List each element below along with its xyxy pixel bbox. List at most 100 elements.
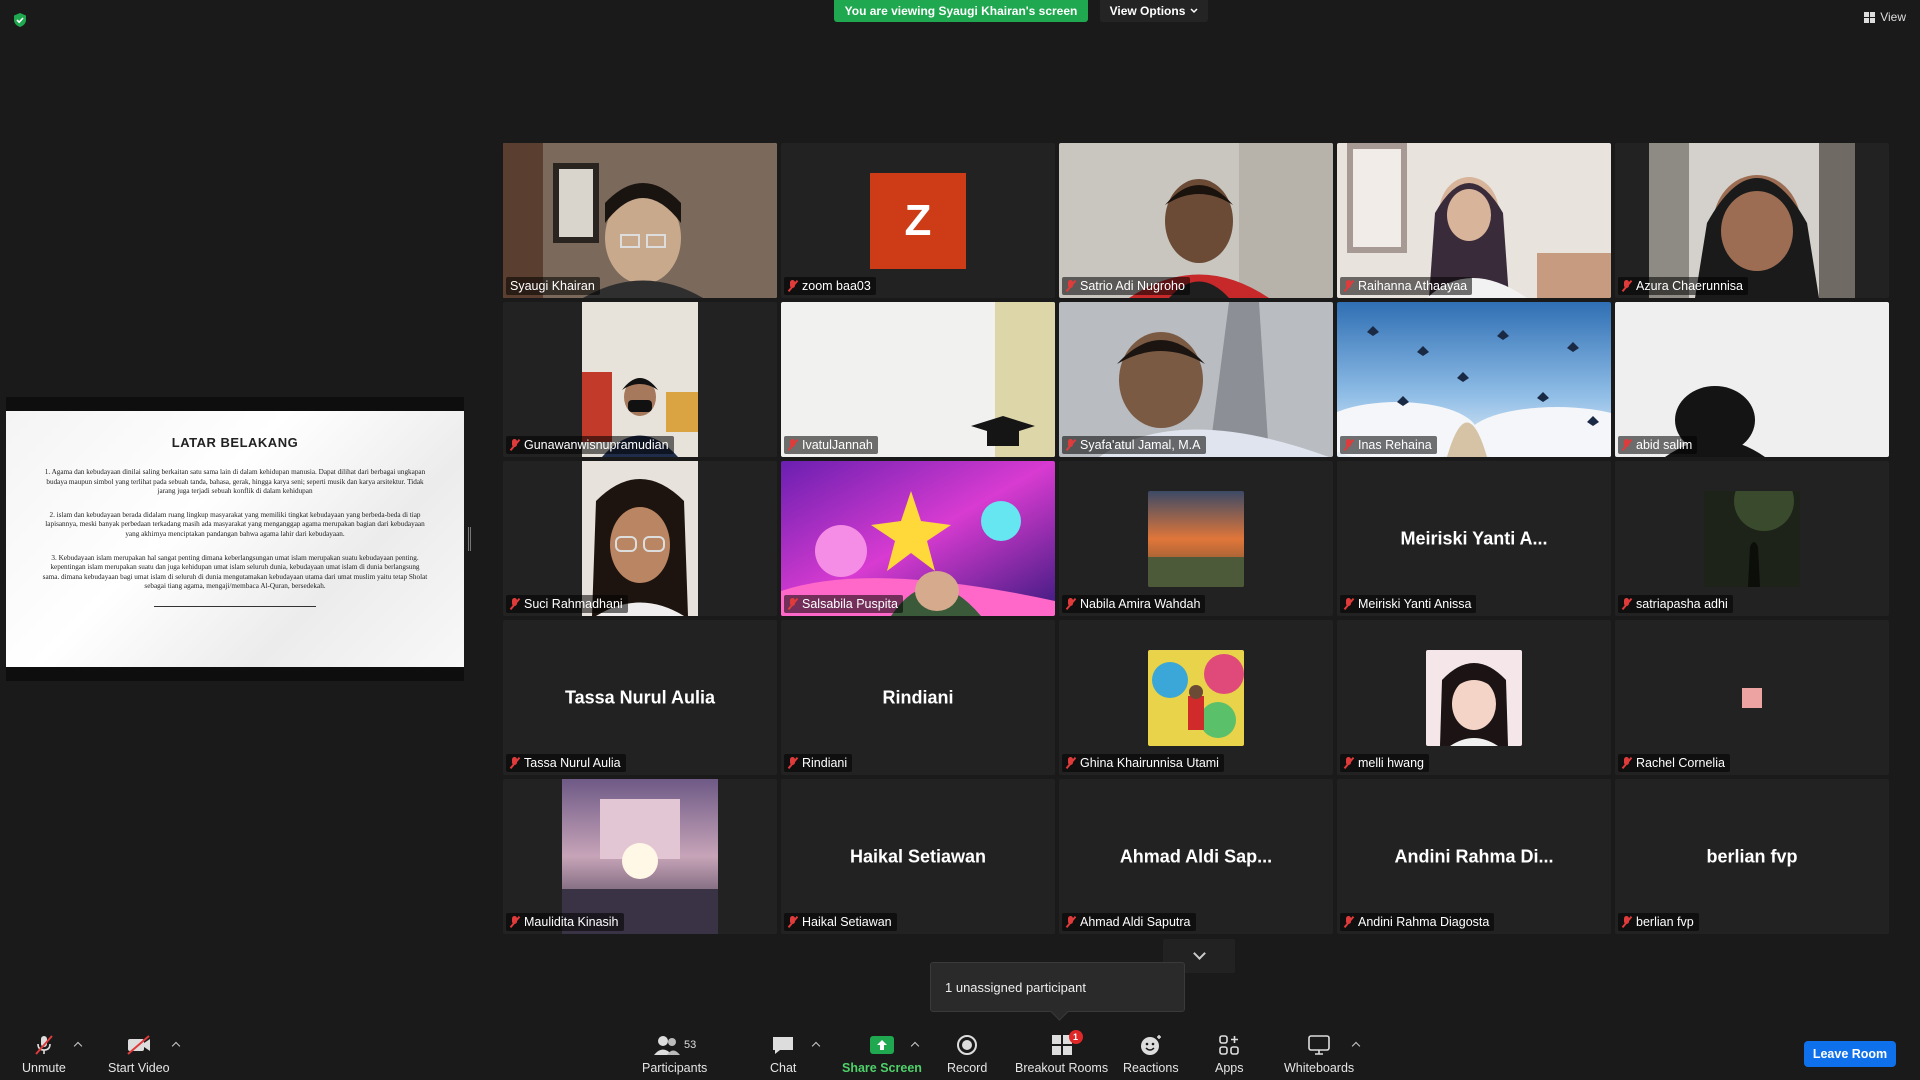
- share-screen-label: Share Screen: [842, 1061, 922, 1075]
- participant-tile[interactable]: Tassa Nurul Aulia Tassa Nurul Aulia: [503, 620, 777, 775]
- participant-name-tag: Suci Rahmadhani: [506, 595, 628, 613]
- participant-name-tag: Haikal Setiawan: [784, 913, 897, 931]
- chat-icon: [773, 1037, 794, 1054]
- muted-mic-icon: [1344, 439, 1354, 451]
- participant-tile[interactable]: berlian fvp berlian fvp: [1615, 779, 1889, 934]
- participant-name-tag: Rindiani: [784, 754, 853, 772]
- participant-tile[interactable]: Gunawanwisnupramudian: [503, 302, 777, 457]
- participant-tile[interactable]: Ahmad Aldi Sap... Ahmad Aldi Saputra: [1059, 779, 1333, 934]
- video-feed: [582, 302, 698, 457]
- participant-tile[interactable]: melli hwang: [1337, 620, 1611, 775]
- slide-underline: [154, 605, 316, 607]
- participant-tile[interactable]: Andini Rahma Di... Andini Rahma Diagosta: [1337, 779, 1611, 934]
- participant-tile[interactable]: Azura Chaerunnisa: [1615, 143, 1889, 298]
- unassigned-text: 1 unassigned participant: [945, 979, 1086, 995]
- security-shield-icon[interactable]: [12, 12, 28, 28]
- audio-options-caret-icon[interactable]: [73, 1041, 83, 1051]
- view-label: View: [1880, 10, 1906, 24]
- participant-tile[interactable]: Nabila Amira Wahdah: [1059, 461, 1333, 616]
- record-icon: [957, 1035, 978, 1055]
- view-button[interactable]: View: [1864, 10, 1906, 24]
- participant-tile[interactable]: Satrio Adi Nugroho: [1059, 143, 1333, 298]
- participant-tile[interactable]: Raihanna Athaayaa: [1337, 143, 1611, 298]
- chat-button[interactable]: Chat: [770, 1033, 796, 1075]
- participant-tile[interactable]: Meiriski Yanti A... Meiriski Yanti Aniss…: [1337, 461, 1611, 616]
- video-feed: [1649, 143, 1855, 298]
- participants-icon: [654, 1036, 681, 1055]
- participants-button[interactable]: 53 Participants: [642, 1033, 707, 1075]
- participant-tile[interactable]: Suci Rahmadhani: [503, 461, 777, 616]
- muted-mic-icon: [788, 916, 798, 928]
- participant-tile[interactable]: Haikal Setiawan Haikal Setiawan: [781, 779, 1055, 934]
- leave-room-button[interactable]: Leave Room: [1804, 1041, 1896, 1067]
- chat-options-caret-icon[interactable]: [811, 1041, 821, 1051]
- profile-picture: [1742, 687, 1762, 708]
- unassigned-participant-popup[interactable]: 1 unassigned participant: [930, 962, 1185, 1012]
- participant-name-tag: Salsabila Puspita: [784, 595, 903, 613]
- participant-name-tag: Rachel Cornelia: [1618, 754, 1730, 772]
- participant-tile[interactable]: abid salim: [1615, 302, 1889, 457]
- participant-tile[interactable]: Salsabila Puspita: [781, 461, 1055, 616]
- muted-mic-icon: [1622, 439, 1632, 451]
- chat-label: Chat: [770, 1061, 797, 1075]
- participants-label: Participants: [642, 1061, 708, 1075]
- participant-tile[interactable]: Syafa'atul Jamal, M.A: [1059, 302, 1333, 457]
- participant-display-name: berlian fvp: [1706, 846, 1798, 866]
- participant-tile[interactable]: IvatulJannah: [781, 302, 1055, 457]
- participant-tile[interactable]: Ghina Khairunnisa Utami: [1059, 620, 1333, 775]
- apps-button[interactable]: Apps: [1215, 1033, 1244, 1075]
- participant-tile[interactable]: Syaugi Khairan: [503, 143, 777, 298]
- whiteboards-button[interactable]: Whiteboards: [1284, 1033, 1354, 1075]
- participant-name: Maulidita Kinasih: [524, 915, 619, 929]
- apps-label: Apps: [1215, 1061, 1244, 1075]
- muted-mic-icon: [510, 916, 520, 928]
- participant-name: Rachel Cornelia: [1636, 756, 1725, 770]
- unmute-label: Unmute: [22, 1061, 66, 1075]
- muted-mic-icon: [788, 439, 798, 451]
- participant-tile[interactable]: Rachel Cornelia: [1615, 620, 1889, 775]
- muted-mic-icon: [510, 598, 520, 610]
- participant-name-tag: Meiriski Yanti Anissa: [1340, 595, 1477, 613]
- participant-name: Inas Rehaina: [1358, 438, 1432, 452]
- participant-tile[interactable]: Rindiani Rindiani: [781, 620, 1055, 775]
- participant-name-tag: Gunawanwisnupramudian: [506, 436, 674, 454]
- participant-name-tag: Andini Rahma Diagosta: [1340, 913, 1495, 931]
- participants-count: 53: [684, 1039, 697, 1051]
- video-options-caret-icon[interactable]: [171, 1041, 181, 1051]
- participant-name: Syaugi Khairan: [510, 279, 595, 293]
- participant-tile[interactable]: Inas Rehaina: [1337, 302, 1611, 457]
- video-feed: [582, 461, 698, 616]
- muted-mic-icon: [510, 439, 520, 451]
- participant-name: Satrio Adi Nugroho: [1080, 279, 1185, 293]
- video-feed: [562, 779, 718, 934]
- record-button[interactable]: Record: [947, 1033, 987, 1075]
- shared-screen-panel[interactable]: LATAR BELAKANG 1. Agama dan kebudayaan d…: [6, 397, 464, 681]
- participant-name-tag: Azura Chaerunnisa: [1618, 277, 1749, 295]
- participant-name-tag: zoom baa03: [784, 277, 876, 295]
- muted-mic-icon: [1622, 916, 1632, 928]
- view-options-button[interactable]: View Options: [1100, 0, 1208, 22]
- participant-tile[interactable]: Maulidita Kinasih: [503, 779, 777, 934]
- participant-name-tag: Nabila Amira Wahdah: [1062, 595, 1206, 613]
- split-resize-handle[interactable]: [468, 527, 471, 551]
- participant-tile[interactable]: Z zoom baa03: [781, 143, 1055, 298]
- reactions-button[interactable]: Reactions: [1123, 1033, 1179, 1075]
- participant-display-name: Tassa Nurul Aulia: [564, 687, 716, 707]
- participant-name-tag: melli hwang: [1340, 754, 1430, 772]
- slide-title: LATAR BELAKANG: [171, 435, 299, 450]
- participant-name: Syafa'atul Jamal, M.A: [1080, 438, 1201, 452]
- participant-name: Suci Rahmadhani: [524, 597, 623, 611]
- participant-name-tag: abid salim: [1618, 436, 1698, 454]
- start-video-button[interactable]: Start Video: [108, 1033, 170, 1075]
- video-feed: [1059, 143, 1333, 298]
- reactions-icon: [1140, 1035, 1161, 1055]
- share-screen-button[interactable]: Share Screen: [842, 1033, 922, 1075]
- video-feed: [1059, 302, 1333, 457]
- unmute-button[interactable]: Unmute: [22, 1033, 66, 1075]
- participant-name: Ghina Khairunnisa Utami: [1080, 756, 1219, 770]
- participant-name: Andini Rahma Diagosta: [1358, 915, 1490, 929]
- participant-tile[interactable]: satriapasha adhi: [1615, 461, 1889, 616]
- breakout-rooms-button[interactable]: 1 Breakout Rooms: [1015, 1030, 1108, 1075]
- start-video-label: Start Video: [108, 1061, 170, 1075]
- slide-paragraph-2: 2. islam dan kebudayaan berada didalam r…: [45, 510, 425, 538]
